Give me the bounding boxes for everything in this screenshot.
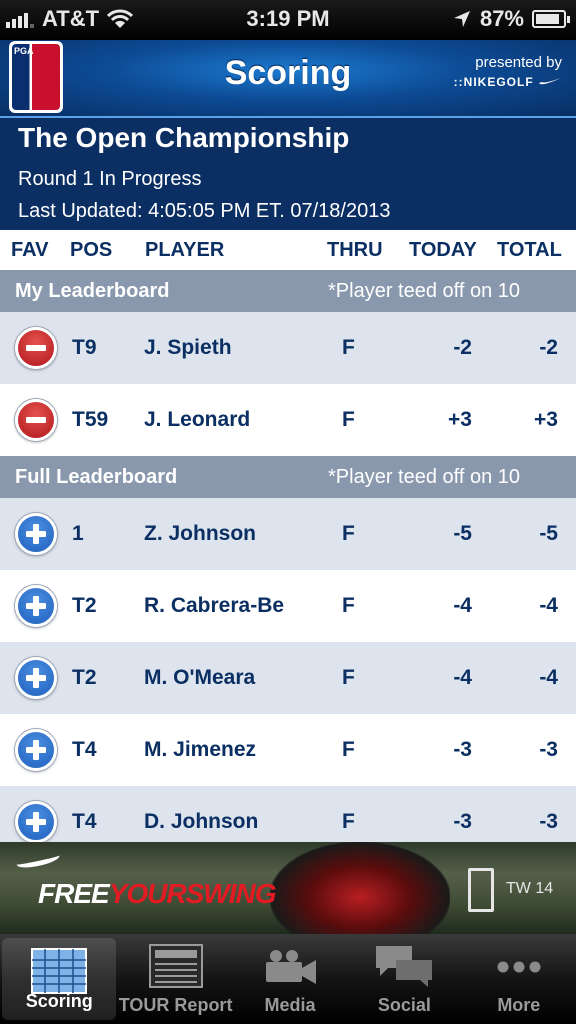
today-score: -4 [453,666,472,689]
column-player: PLAYER [145,239,225,261]
add-favorite-button[interactable] [15,801,57,842]
tournament-info: The Open Championship Round 1 In Progres… [0,118,576,230]
remove-favorite-button[interactable] [15,327,57,369]
ad-slogan: FREEYOURSWING [38,878,276,909]
ad-product-label: TW 14 [506,880,554,897]
presented-by-label: presented by [475,54,562,71]
position: T4 [72,810,97,833]
thru: F [342,336,355,359]
tab-media[interactable]: Media [233,934,347,1024]
scoreboard-icon [31,948,88,994]
section-header-full-leaderboard: Full Leaderboard *Player teed off on 10 [0,456,576,498]
thru: F [342,408,355,431]
more-dots-icon [497,961,541,973]
tab-social[interactable]: Social [347,934,461,1024]
golf-shoe-image [270,842,450,934]
column-total: TOTAL [497,239,562,261]
player-name: Z. Johnson [144,522,256,545]
player-name: J. Spieth [144,336,232,359]
battery-percent: 87% [479,6,524,31]
section-note: *Player teed off on 10 [328,280,520,302]
add-favorite-button[interactable] [15,513,57,555]
column-today: TODAY [409,239,477,261]
position: T9 [72,336,97,359]
today-score: -5 [453,522,472,545]
add-favorite-button[interactable] [15,729,57,771]
sponsor-block: presented by ::NIKEGOLF [454,54,562,89]
today-score: +3 [448,408,472,431]
nike-swoosh-icon [15,849,61,871]
leaderboard-row[interactable]: T2 M. O'Meara F -4 -4 [0,642,576,714]
tab-more[interactable]: More [462,934,576,1024]
total-score: -4 [539,594,558,617]
tw-logo-icon [468,868,494,912]
nike-swoosh-icon [539,78,561,85]
player-name: M. O'Meara [144,666,256,689]
position: T2 [72,594,97,617]
thru: F [342,666,355,689]
chat-bubbles-icon [376,946,433,987]
total-score: -3 [539,810,558,833]
tab-label: TOUR Report [118,995,233,1015]
thru: F [342,810,355,833]
tournament-name: The Open Championship [18,122,350,153]
battery-icon [532,10,570,28]
section-title: Full Leaderboard [15,466,178,488]
player-name: M. Jimenez [144,738,257,761]
position: T2 [72,666,97,689]
column-header-row: FAV POS PLAYER THRU TODAY TOTAL [0,230,576,270]
position: 1 [72,522,84,545]
leaderboard-row[interactable]: T4 D. Johnson F -3 -3 [0,786,576,842]
add-favorite-button[interactable] [15,585,57,627]
total-score: -3 [539,738,558,761]
total-score: -2 [539,336,558,359]
player-name: R. Cabrera-Be [144,594,285,617]
player-name: J. Leonard [144,408,251,431]
player-name: D. Johnson [144,810,259,833]
column-pos: POS [70,239,113,261]
today-score: -3 [453,738,472,761]
position: T59 [72,408,109,431]
app-header: PGA Scoring presented by ::NIKEGOLF [0,40,576,118]
today-score: -4 [453,594,472,617]
tab-tour-report[interactable]: TOUR Report [118,934,232,1024]
column-fav: FAV [11,239,49,261]
section-title: My Leaderboard [15,280,170,302]
location-arrow-icon [453,11,470,27]
tab-label: More [497,995,541,1015]
thru: F [342,522,355,545]
today-score: -2 [453,336,472,359]
tab-label: Scoring [25,991,93,1011]
tab-scoring[interactable]: Scoring [2,938,117,1020]
sponsor-logo: ::NIKEGOLF [454,75,562,89]
tab-label: Media [264,995,316,1015]
leaderboard-row[interactable]: T4 M. Jimenez F -3 -3 [0,714,576,786]
thru: F [342,738,355,761]
today-score: -3 [453,810,472,833]
leaderboard-row[interactable]: 1 Z. Johnson F -5 -5 [0,498,576,570]
leaderboard-row[interactable]: T9 J. Spieth F -2 -2 [0,312,576,384]
add-favorite-button[interactable] [15,657,57,699]
tab-bar: Scoring TOUR Report Media Social More [0,934,576,1024]
last-updated: Last Updated: 4:05:05 PM ET. 07/18/2013 [18,200,391,222]
total-score: -4 [539,666,558,689]
remove-favorite-button[interactable] [15,399,57,441]
position: T4 [72,738,97,761]
thru: F [342,594,355,617]
round-status: Round 1 In Progress [18,168,202,190]
tab-label: Social [377,995,431,1015]
ad-banner[interactable]: FREEYOURSWING TW 14 [0,842,576,934]
section-header-my-leaderboard: My Leaderboard *Player teed off on 10 [0,270,576,312]
total-score: +3 [534,408,558,431]
column-thru: THRU [327,239,383,261]
section-note: *Player teed off on 10 [328,466,520,488]
video-camera-icon [266,950,317,984]
leaderboard-row[interactable]: T2 R. Cabrera-Be F -4 -4 [0,570,576,642]
total-score: -5 [539,522,558,545]
leaderboard-row[interactable]: T59 J. Leonard F +3 +3 [0,384,576,456]
status-bar: AT&T 3:19 PM 87% [0,0,576,40]
newspaper-icon [148,944,203,988]
